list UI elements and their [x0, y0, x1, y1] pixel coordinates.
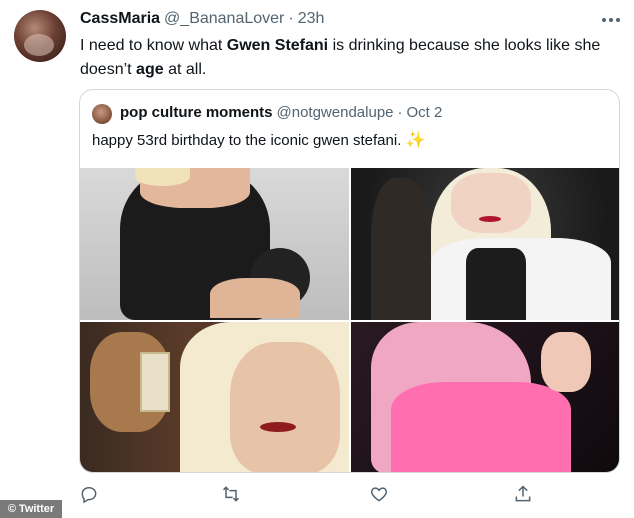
photo-figure — [371, 178, 431, 320]
tweet-actions — [79, 484, 549, 508]
header-separator: · — [288, 10, 294, 27]
photo-figure — [230, 342, 340, 472]
tweet-text-bold: Gwen Stefani — [226, 37, 329, 54]
quoted-author-name: pop culture moments — [120, 104, 273, 121]
media-image-4[interactable] — [351, 322, 619, 472]
more-options-icon[interactable] — [602, 14, 622, 26]
sparkles-emoji: ✨ — [405, 132, 426, 149]
tweet-text-part: I need to know what — [80, 37, 227, 54]
photo-figure — [451, 173, 531, 233]
quoted-tweet-date: Oct 2 — [406, 104, 443, 121]
quoted-header-separator: · — [397, 104, 403, 121]
tweet-text-part: at all. — [163, 61, 207, 78]
author-avatar[interactable] — [14, 10, 66, 62]
reply-icon[interactable] — [79, 484, 101, 506]
photo-figure — [140, 352, 170, 412]
photo-figure — [210, 278, 300, 318]
quoted-text: happy 53rd birthday to the iconic gwen s… — [92, 132, 402, 149]
quoted-tweet-text: happy 53rd birthday to the iconic gwen s… — [92, 130, 425, 150]
like-icon[interactable] — [369, 484, 391, 506]
photo-figure — [135, 168, 190, 186]
photo-figure — [479, 216, 501, 222]
media-image-1[interactable] — [80, 168, 349, 320]
tweet-text-bold: age — [136, 61, 164, 78]
share-icon[interactable] — [513, 484, 535, 506]
tweet-text: I need to know what Gwen Stefani is drin… — [80, 34, 620, 82]
photo-figure — [541, 332, 591, 392]
quoted-author-avatar — [92, 104, 112, 124]
photo-figure — [466, 248, 526, 320]
twitter-watermark: © Twitter — [0, 500, 62, 518]
photo-figure — [391, 382, 571, 472]
media-image-2[interactable] — [351, 168, 619, 320]
photo-figure — [260, 422, 296, 432]
quoted-author-handle: @notgwendalupe — [276, 104, 394, 121]
watermark-label: Twitter — [18, 503, 55, 515]
copyright-icon: © — [7, 503, 16, 515]
author-handle[interactable]: @_BananaLover — [164, 10, 284, 28]
media-grid — [80, 168, 619, 472]
quoted-tweet-header: pop culture moments @notgwendalupe · Oct… — [120, 104, 442, 121]
tweet-time[interactable]: 23h — [298, 10, 325, 28]
author-name[interactable]: CassMaria — [80, 10, 160, 28]
quoted-tweet[interactable]: pop culture moments @notgwendalupe · Oct… — [79, 89, 620, 473]
retweet-icon[interactable] — [221, 484, 243, 506]
tweet-header: CassMaria @_BananaLover · 23h — [80, 10, 324, 32]
media-image-3[interactable] — [80, 322, 349, 472]
